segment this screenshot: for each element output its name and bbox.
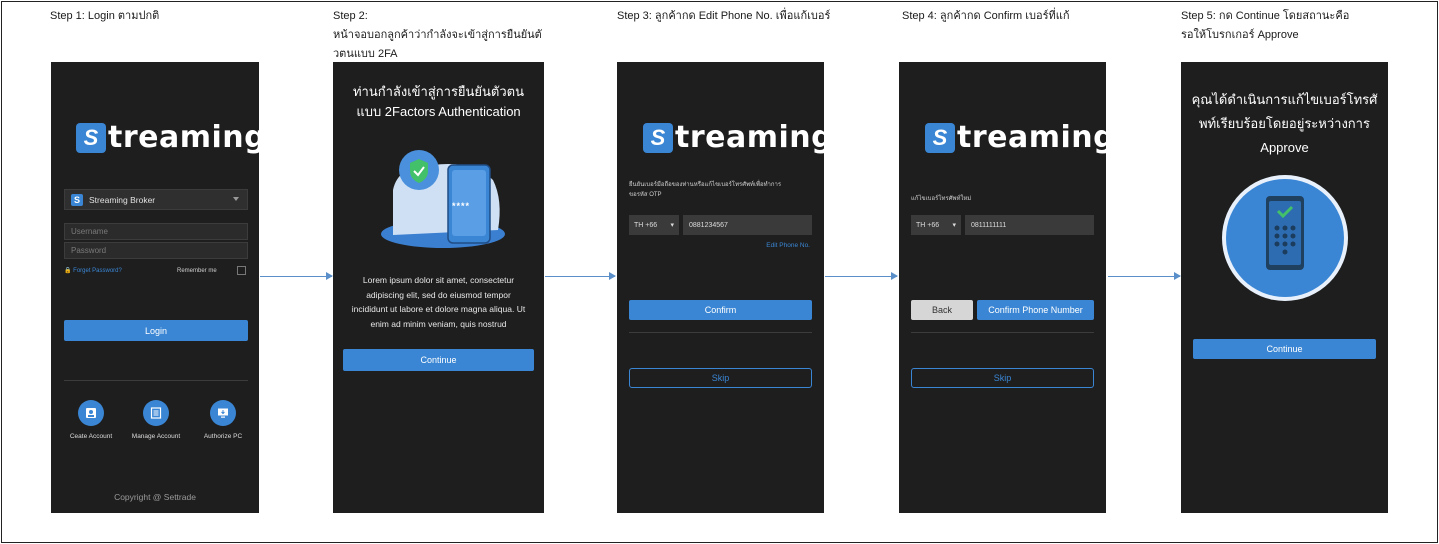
flow-arrow-1 [260,272,333,280]
divider [629,332,812,333]
divider [911,332,1094,333]
username-field[interactable]: Username [64,223,248,240]
phone-input-row: TH +66 ▾ 0881234567 [629,215,812,235]
step5-caption: Step 5: กด Continue โดยสถานะคือ รอให้โบรก… [1181,10,1350,41]
back-button[interactable]: Back [911,300,973,320]
create-account-label: Ceate Account [69,433,113,440]
copyright-text: Copyright @ Settrade [114,492,196,502]
broker-logo-icon: S [71,193,83,206]
country-code-select[interactable]: TH +66 ▾ [911,215,961,235]
pending-approve-screen: คุณได้ดำเนินการแก้ไขเบอร์โทรศั พท์เรียบร้… [1181,62,1388,513]
flow-arrow-2 [545,272,616,280]
otp-instruction: ยืนยันเบอร์มือถือของท่านหรือแก้ไขเบอร์โท… [629,182,782,198]
confirm-phone-screen: S treaming ยืนยันเบอร์มือถือของท่านหรือแ… [617,62,824,513]
country-code-select[interactable]: TH +66 ▾ [629,215,679,235]
streaming-logo: S treaming [643,120,824,155]
phone-input-row: TH +66 ▾ 0811111111 [911,215,1094,235]
continue-button[interactable]: Continue [1193,339,1376,359]
skip-button[interactable]: Skip [629,368,812,388]
step4-caption: Step 4: ลูกค้ากด Confirm เบอร์ที่แก้ [902,10,1070,22]
forgot-password-link[interactable]: 🔒 Forget Password? [64,266,122,276]
pending-title: คุณได้ดำเนินการแก้ไขเบอร์โทรศั พท์เรียบร้… [1191,92,1378,155]
manage-account-button[interactable] [143,400,169,426]
login-button[interactable]: Login [64,320,248,341]
login-screen: S treaming S Streaming Broker Username P… [51,62,259,513]
step1-caption: Step 1: Login ตามปกติ [50,10,160,22]
phone-shield-illustration [381,150,505,248]
create-account-button[interactable] [78,400,104,426]
edit-phone-screen: S treaming แก้ไขเบอร์โทรศัพท์ใหม่ TH +66… [899,62,1106,513]
phone-approved-illustration [1222,175,1348,301]
password-field[interactable]: Password [64,242,248,259]
list-document-icon [150,407,162,419]
flow-arrow-3 [825,272,898,280]
new-phone-instruction: แก้ไขเบอร์โทรศัพท์ใหม่ [911,196,972,202]
chevron-down-icon [233,197,239,201]
twofa-title: ท่านกำลังเข้าสู่การยืนยันตัวตน แบบ 2Facto… [352,84,525,119]
pin-mask: **** [452,201,471,211]
phone-number-input[interactable]: 0881234567 [683,215,812,235]
chevron-down-icon: ▾ [952,222,956,229]
user-card-icon [86,408,96,418]
twofa-description: Lorem ipsum dolor sit amet, consectetur a… [351,275,526,329]
confirm-phone-button[interactable]: Confirm Phone Number [977,300,1094,320]
authorize-pc-button[interactable] [210,400,236,426]
confirm-button[interactable]: Confirm [629,300,812,320]
authorize-pc-label: Authorize PC [203,433,243,440]
twofa-intro-screen: ท่านกำลังเข้าสู่การยืนยันตัวตน แบบ 2Facto… [333,62,544,513]
monitor-icon [218,408,228,418]
remember-me-label: Remember me [177,268,217,274]
lock-icon: 🔒 [64,268,72,274]
remember-me-checkbox[interactable] [237,266,246,275]
streaming-logo: S treaming [76,120,259,155]
manage-account-label: Manage Account [131,433,181,440]
edit-phone-link[interactable]: Edit Phone No. [766,242,810,249]
step2-caption: Step 2: หน้าจอบอกลูกค้าว่ากำลังจะเข้าสู่ก… [333,10,542,60]
broker-select[interactable]: S Streaming Broker [64,189,248,210]
skip-button[interactable]: Skip [911,368,1094,388]
streaming-logo: S treaming [925,120,1106,155]
divider [64,380,248,381]
flow-arrow-4 [1108,272,1181,280]
chevron-down-icon: ▾ [670,222,674,229]
step3-caption: Step 3: ลูกค้ากด Edit Phone No. เพื่อแก้… [617,10,831,22]
phone-number-input[interactable]: 0811111111 [965,215,1094,235]
continue-button[interactable]: Continue [343,349,534,371]
